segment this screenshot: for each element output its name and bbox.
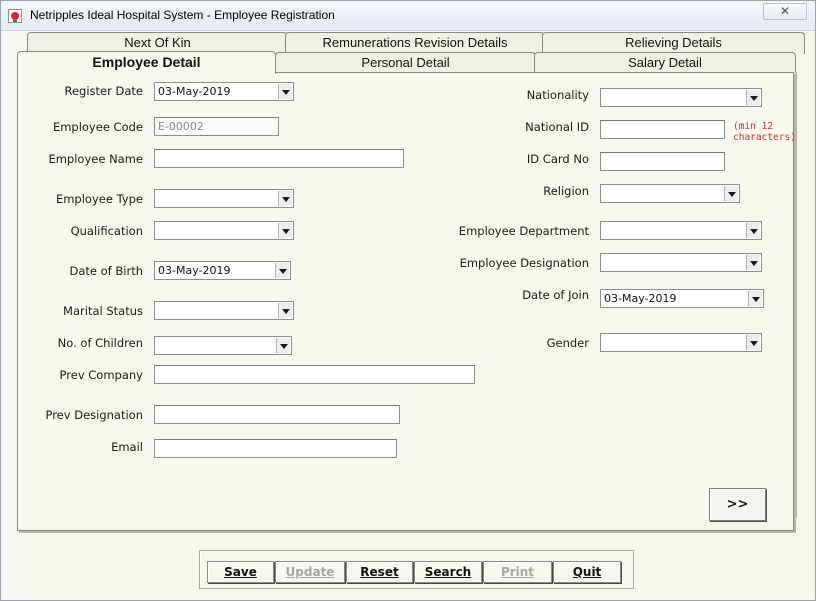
prev-company-input[interactable] <box>154 365 475 384</box>
department-label: Employee Department <box>458 224 589 238</box>
prev-company-label: Prev Company <box>59 368 143 382</box>
chevron-down-icon[interactable] <box>748 291 762 306</box>
employee-type-label: Employee Type <box>55 192 143 206</box>
qualification-select[interactable] <box>154 221 294 240</box>
date-of-birth-label: Date of Birth <box>69 264 144 278</box>
chevron-down-icon[interactable] <box>275 263 289 278</box>
register-date-label: Register Date <box>64 84 144 98</box>
app-window: Netripples Ideal Hospital System - Emplo… <box>0 0 816 601</box>
close-button[interactable]: ✕ <box>763 3 807 20</box>
register-date-picker[interactable]: 03-May-2019 <box>154 82 294 101</box>
date-of-join-label: Date of Join <box>522 288 589 302</box>
children-select[interactable] <box>154 336 292 355</box>
designation-label: Employee Designation <box>459 256 589 270</box>
tab-relieving-details[interactable]: Relieving Details <box>542 32 805 54</box>
action-bar: Save Update Reset Search Print Quit <box>199 550 634 589</box>
children-label: No. of Children <box>57 336 143 350</box>
register-date-value: 03-May-2019 <box>158 85 231 98</box>
gender-select[interactable] <box>600 333 762 352</box>
id-card-no-label: ID Card No <box>526 152 589 166</box>
prev-designation-input[interactable] <box>154 405 400 424</box>
qualification-label: Qualification <box>70 224 143 238</box>
date-of-join-value: 03-May-2019 <box>604 292 677 305</box>
nationality-select[interactable] <box>600 88 762 107</box>
employee-type-select[interactable] <box>154 189 294 208</box>
chevron-down-icon[interactable] <box>746 335 760 350</box>
chevron-down-icon[interactable] <box>276 338 290 353</box>
title-bar: Netripples Ideal Hospital System - Emplo… <box>1 1 815 31</box>
email-label: Email <box>111 440 143 454</box>
email-input[interactable] <box>154 439 397 458</box>
nationality-label: Nationality <box>526 88 589 102</box>
save-button[interactable]: Save <box>207 561 274 583</box>
print-button[interactable]: Print <box>483 561 552 583</box>
religion-select[interactable] <box>600 184 740 203</box>
date-of-join-picker[interactable]: 03-May-2019 <box>600 289 764 308</box>
chevron-down-icon[interactable] <box>724 186 738 201</box>
chevron-down-icon[interactable] <box>278 191 292 206</box>
national-id-hint: (min 12 characters) <box>733 121 796 143</box>
national-id-label: National ID <box>525 120 589 134</box>
employee-name-input[interactable] <box>154 149 404 168</box>
update-button[interactable]: Update <box>275 561 345 583</box>
designation-select[interactable] <box>600 253 762 272</box>
gender-label: Gender <box>546 336 589 350</box>
employee-code-label: Employee Code <box>52 120 143 134</box>
tab-personal-detail[interactable]: Personal Detail <box>275 52 536 74</box>
employee-name-label: Employee Name <box>48 152 143 166</box>
date-of-birth-picker[interactable]: 03-May-2019 <box>154 261 291 280</box>
employee-code-field: E-00002 <box>154 117 279 136</box>
window-title: Netripples Ideal Hospital System - Emplo… <box>30 8 335 22</box>
tab-remunerations-revision-details[interactable]: Remunerations Revision Details <box>285 32 545 54</box>
chevron-down-icon[interactable] <box>278 84 292 99</box>
search-button[interactable]: Search <box>414 561 482 583</box>
prev-designation-label: Prev Designation <box>45 408 143 422</box>
id-card-no-input[interactable] <box>600 152 725 171</box>
department-select[interactable] <box>600 221 762 240</box>
national-id-input[interactable] <box>600 120 725 139</box>
chevron-down-icon[interactable] <box>278 223 292 238</box>
marital-status-label: Marital Status <box>63 304 143 318</box>
hospital-logo-icon <box>8 9 22 23</box>
quit-button[interactable]: Quit <box>553 561 621 583</box>
tab-employee-detail[interactable]: Employee Detail <box>17 51 276 74</box>
tab-salary-detail[interactable]: Salary Detail <box>534 52 796 74</box>
religion-label: Religion <box>543 184 589 198</box>
next-page-button[interactable]: >> <box>709 488 766 521</box>
chevron-down-icon[interactable] <box>746 255 760 270</box>
reset-button[interactable]: Reset <box>346 561 413 583</box>
chevron-down-icon[interactable] <box>278 303 292 318</box>
marital-status-select[interactable] <box>154 301 294 320</box>
chevron-down-icon[interactable] <box>746 223 760 238</box>
chevron-down-icon[interactable] <box>746 90 760 105</box>
date-of-birth-value: 03-May-2019 <box>158 264 231 277</box>
